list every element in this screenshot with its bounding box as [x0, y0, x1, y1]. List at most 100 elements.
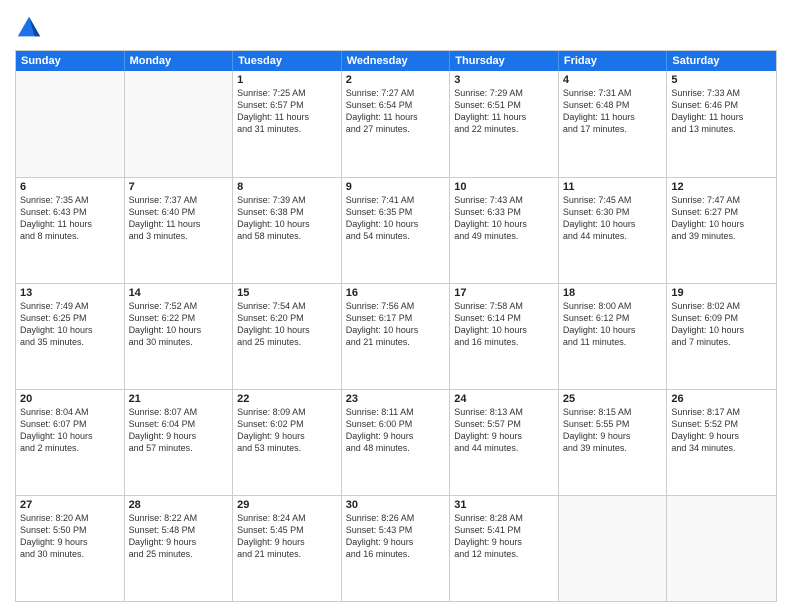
day-number: 2: [346, 74, 446, 86]
cell-details: Sunrise: 7:54 AM Sunset: 6:20 PM Dayligh…: [237, 300, 337, 349]
calendar-header-day: Thursday: [450, 51, 559, 71]
calendar-cell: 1Sunrise: 7:25 AM Sunset: 6:57 PM Daylig…: [233, 71, 342, 177]
day-number: 30: [346, 499, 446, 511]
cell-details: Sunrise: 8:17 AM Sunset: 5:52 PM Dayligh…: [671, 406, 772, 455]
calendar-row: 27Sunrise: 8:20 AM Sunset: 5:50 PM Dayli…: [16, 495, 776, 601]
calendar-row: 13Sunrise: 7:49 AM Sunset: 6:25 PM Dayli…: [16, 283, 776, 389]
calendar-cell: 20Sunrise: 8:04 AM Sunset: 6:07 PM Dayli…: [16, 390, 125, 495]
calendar-cell: 29Sunrise: 8:24 AM Sunset: 5:45 PM Dayli…: [233, 496, 342, 601]
calendar-cell: 31Sunrise: 8:28 AM Sunset: 5:41 PM Dayli…: [450, 496, 559, 601]
day-number: 8: [237, 181, 337, 193]
cell-details: Sunrise: 8:09 AM Sunset: 6:02 PM Dayligh…: [237, 406, 337, 455]
cell-details: Sunrise: 8:07 AM Sunset: 6:04 PM Dayligh…: [129, 406, 229, 455]
calendar-cell: 18Sunrise: 8:00 AM Sunset: 6:12 PM Dayli…: [559, 284, 668, 389]
cell-details: Sunrise: 7:37 AM Sunset: 6:40 PM Dayligh…: [129, 194, 229, 243]
cell-details: Sunrise: 8:20 AM Sunset: 5:50 PM Dayligh…: [20, 512, 120, 561]
day-number: 31: [454, 499, 554, 511]
cell-details: Sunrise: 8:28 AM Sunset: 5:41 PM Dayligh…: [454, 512, 554, 561]
calendar-cell: 14Sunrise: 7:52 AM Sunset: 6:22 PM Dayli…: [125, 284, 234, 389]
cell-details: Sunrise: 8:13 AM Sunset: 5:57 PM Dayligh…: [454, 406, 554, 455]
calendar-cell: [16, 71, 125, 177]
cell-details: Sunrise: 8:22 AM Sunset: 5:48 PM Dayligh…: [129, 512, 229, 561]
logo: [15, 14, 47, 42]
cell-details: Sunrise: 7:25 AM Sunset: 6:57 PM Dayligh…: [237, 87, 337, 136]
day-number: 21: [129, 393, 229, 405]
calendar-cell: 3Sunrise: 7:29 AM Sunset: 6:51 PM Daylig…: [450, 71, 559, 177]
calendar-cell: 27Sunrise: 8:20 AM Sunset: 5:50 PM Dayli…: [16, 496, 125, 601]
cell-details: Sunrise: 7:43 AM Sunset: 6:33 PM Dayligh…: [454, 194, 554, 243]
calendar-cell: 11Sunrise: 7:45 AM Sunset: 6:30 PM Dayli…: [559, 178, 668, 283]
page: SundayMondayTuesdayWednesdayThursdayFrid…: [0, 0, 792, 612]
day-number: 4: [563, 74, 663, 86]
calendar: SundayMondayTuesdayWednesdayThursdayFrid…: [15, 50, 777, 602]
day-number: 16: [346, 287, 446, 299]
calendar-cell: 28Sunrise: 8:22 AM Sunset: 5:48 PM Dayli…: [125, 496, 234, 601]
calendar-cell: 13Sunrise: 7:49 AM Sunset: 6:25 PM Dayli…: [16, 284, 125, 389]
calendar-cell: 9Sunrise: 7:41 AM Sunset: 6:35 PM Daylig…: [342, 178, 451, 283]
cell-details: Sunrise: 7:39 AM Sunset: 6:38 PM Dayligh…: [237, 194, 337, 243]
day-number: 20: [20, 393, 120, 405]
calendar-cell: 30Sunrise: 8:26 AM Sunset: 5:43 PM Dayli…: [342, 496, 451, 601]
calendar-cell: 17Sunrise: 7:58 AM Sunset: 6:14 PM Dayli…: [450, 284, 559, 389]
calendar-header-day: Wednesday: [342, 51, 451, 71]
day-number: 7: [129, 181, 229, 193]
cell-details: Sunrise: 7:27 AM Sunset: 6:54 PM Dayligh…: [346, 87, 446, 136]
day-number: 1: [237, 74, 337, 86]
calendar-cell: 6Sunrise: 7:35 AM Sunset: 6:43 PM Daylig…: [16, 178, 125, 283]
calendar-cell: 4Sunrise: 7:31 AM Sunset: 6:48 PM Daylig…: [559, 71, 668, 177]
calendar-cell: 7Sunrise: 7:37 AM Sunset: 6:40 PM Daylig…: [125, 178, 234, 283]
cell-details: Sunrise: 8:26 AM Sunset: 5:43 PM Dayligh…: [346, 512, 446, 561]
day-number: 23: [346, 393, 446, 405]
calendar-row: 20Sunrise: 8:04 AM Sunset: 6:07 PM Dayli…: [16, 389, 776, 495]
calendar-cell: 23Sunrise: 8:11 AM Sunset: 6:00 PM Dayli…: [342, 390, 451, 495]
cell-details: Sunrise: 8:11 AM Sunset: 6:00 PM Dayligh…: [346, 406, 446, 455]
calendar-cell: 8Sunrise: 7:39 AM Sunset: 6:38 PM Daylig…: [233, 178, 342, 283]
day-number: 13: [20, 287, 120, 299]
calendar-cell: 21Sunrise: 8:07 AM Sunset: 6:04 PM Dayli…: [125, 390, 234, 495]
calendar-cell: 24Sunrise: 8:13 AM Sunset: 5:57 PM Dayli…: [450, 390, 559, 495]
calendar-header-day: Tuesday: [233, 51, 342, 71]
header: [15, 10, 777, 42]
day-number: 10: [454, 181, 554, 193]
day-number: 22: [237, 393, 337, 405]
cell-details: Sunrise: 7:47 AM Sunset: 6:27 PM Dayligh…: [671, 194, 772, 243]
day-number: 9: [346, 181, 446, 193]
calendar-cell: 22Sunrise: 8:09 AM Sunset: 6:02 PM Dayli…: [233, 390, 342, 495]
cell-details: Sunrise: 8:24 AM Sunset: 5:45 PM Dayligh…: [237, 512, 337, 561]
day-number: 14: [129, 287, 229, 299]
day-number: 26: [671, 393, 772, 405]
day-number: 25: [563, 393, 663, 405]
calendar-cell: 10Sunrise: 7:43 AM Sunset: 6:33 PM Dayli…: [450, 178, 559, 283]
day-number: 11: [563, 181, 663, 193]
day-number: 12: [671, 181, 772, 193]
cell-details: Sunrise: 7:31 AM Sunset: 6:48 PM Dayligh…: [563, 87, 663, 136]
calendar-cell: 16Sunrise: 7:56 AM Sunset: 6:17 PM Dayli…: [342, 284, 451, 389]
calendar-header-day: Friday: [559, 51, 668, 71]
calendar-cell: 12Sunrise: 7:47 AM Sunset: 6:27 PM Dayli…: [667, 178, 776, 283]
cell-details: Sunrise: 7:56 AM Sunset: 6:17 PM Dayligh…: [346, 300, 446, 349]
day-number: 19: [671, 287, 772, 299]
cell-details: Sunrise: 7:33 AM Sunset: 6:46 PM Dayligh…: [671, 87, 772, 136]
calendar-header-day: Monday: [125, 51, 234, 71]
day-number: 24: [454, 393, 554, 405]
calendar-body: 1Sunrise: 7:25 AM Sunset: 6:57 PM Daylig…: [16, 71, 776, 601]
cell-details: Sunrise: 8:02 AM Sunset: 6:09 PM Dayligh…: [671, 300, 772, 349]
calendar-cell: 19Sunrise: 8:02 AM Sunset: 6:09 PM Dayli…: [667, 284, 776, 389]
calendar-cell: 5Sunrise: 7:33 AM Sunset: 6:46 PM Daylig…: [667, 71, 776, 177]
calendar-cell: 26Sunrise: 8:17 AM Sunset: 5:52 PM Dayli…: [667, 390, 776, 495]
day-number: 29: [237, 499, 337, 511]
cell-details: Sunrise: 7:35 AM Sunset: 6:43 PM Dayligh…: [20, 194, 120, 243]
logo-icon: [15, 14, 43, 42]
calendar-cell: [125, 71, 234, 177]
day-number: 6: [20, 181, 120, 193]
day-number: 3: [454, 74, 554, 86]
calendar-cell: 25Sunrise: 8:15 AM Sunset: 5:55 PM Dayli…: [559, 390, 668, 495]
calendar-header-day: Saturday: [667, 51, 776, 71]
calendar-row: 6Sunrise: 7:35 AM Sunset: 6:43 PM Daylig…: [16, 177, 776, 283]
calendar-cell: 2Sunrise: 7:27 AM Sunset: 6:54 PM Daylig…: [342, 71, 451, 177]
cell-details: Sunrise: 7:58 AM Sunset: 6:14 PM Dayligh…: [454, 300, 554, 349]
cell-details: Sunrise: 7:45 AM Sunset: 6:30 PM Dayligh…: [563, 194, 663, 243]
calendar-cell: 15Sunrise: 7:54 AM Sunset: 6:20 PM Dayli…: [233, 284, 342, 389]
cell-details: Sunrise: 8:04 AM Sunset: 6:07 PM Dayligh…: [20, 406, 120, 455]
day-number: 28: [129, 499, 229, 511]
